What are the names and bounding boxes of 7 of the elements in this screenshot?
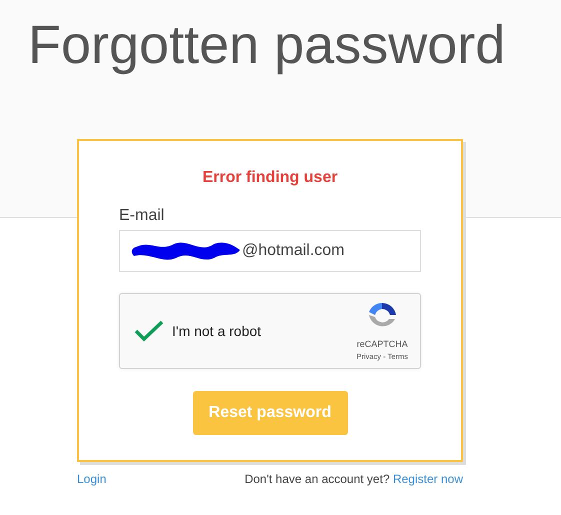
- page-title: Forgotten password: [28, 14, 506, 76]
- register-prompt: Don't have an account yet?: [244, 472, 390, 486]
- captcha-brand: reCAPTCHA: [356, 339, 408, 349]
- captcha-label: I'm not a robot: [172, 323, 262, 339]
- error-message: Error finding user: [201, 169, 339, 187]
- email-field[interactable]: @hotmail.com: [119, 230, 421, 272]
- field-label: E-mail: [119, 207, 164, 225]
